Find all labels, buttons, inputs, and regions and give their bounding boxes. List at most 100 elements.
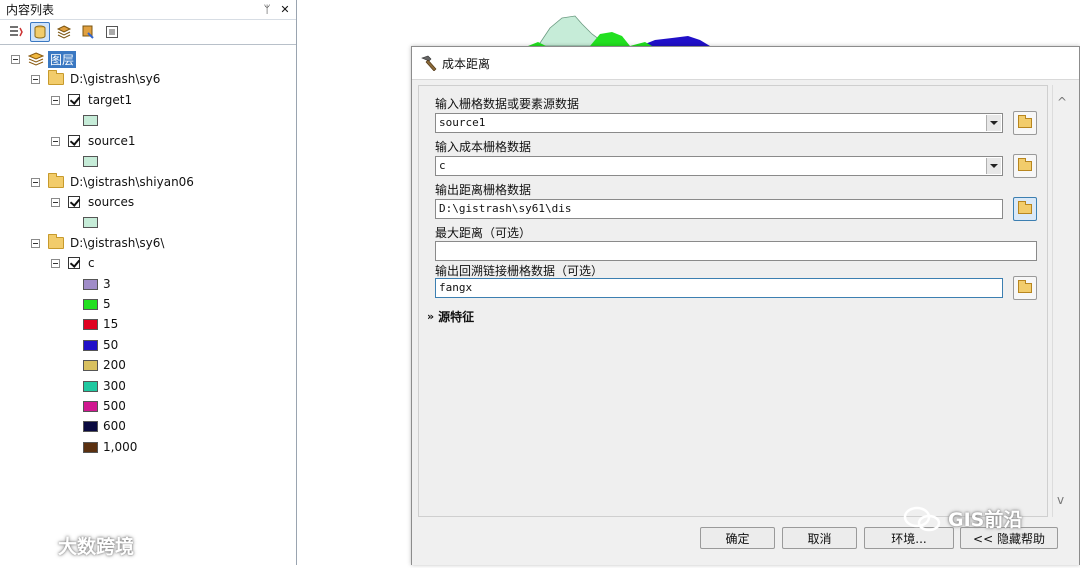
legend-value: 15 <box>103 317 119 331</box>
cost-raster-label: 输入成本栅格数据 <box>435 140 532 154</box>
collapse-icon[interactable] <box>51 95 60 105</box>
tree-root-row[interactable]: 图层 <box>11 50 77 68</box>
legend-value: 500 <box>103 399 126 413</box>
browse-cost-raster-button[interactable] <box>1013 154 1037 178</box>
pin-icon[interactable]: ᛘ <box>260 3 274 16</box>
legend-swatch <box>83 318 98 330</box>
watermark-right: GIS前沿 <box>902 505 1022 532</box>
legend-swatch <box>83 380 98 392</box>
legend-swatch <box>83 400 98 412</box>
collapse-icon[interactable] <box>31 238 40 248</box>
scroll-up-icon[interactable]: ^ <box>1057 95 1067 109</box>
max-distance-input[interactable] <box>435 241 1037 261</box>
wechat-icon <box>903 506 941 531</box>
toc-title: 内容列表 <box>6 3 55 17</box>
tree-folder-row[interactable]: D:\gistrash\shiyan06 <box>31 173 194 191</box>
collapse-icon[interactable] <box>51 258 60 268</box>
folder-open-icon <box>1018 158 1032 171</box>
legend-item: 50 <box>83 336 118 354</box>
layer-row[interactable]: source1 <box>51 132 135 150</box>
list-by-drawing-order-icon[interactable] <box>6 22 26 42</box>
layer-visibility-checkbox[interactable] <box>68 94 80 106</box>
layer-visibility-checkbox[interactable] <box>68 196 80 208</box>
browse-input-source-button[interactable] <box>1013 111 1037 135</box>
legend-item: 1,000 <box>83 438 137 456</box>
chevron-double-down-icon: » <box>427 310 435 323</box>
layer-visibility-checkbox[interactable] <box>68 135 80 147</box>
input-source-label: 输入栅格数据或要素源数据 <box>435 97 580 111</box>
legend-swatch <box>83 339 98 351</box>
layer-name: target1 <box>88 93 133 107</box>
dialog-title: 成本距离 <box>442 56 491 71</box>
root-layers-label[interactable]: 图层 <box>48 50 77 68</box>
cancel-button[interactable]: 取消 <box>782 527 857 549</box>
environment-settings-toggle[interactable]: » 源特征 <box>427 308 474 325</box>
legend-value: 50 <box>103 338 119 352</box>
table-of-contents-panel: 内容列表 ᛘ ✕ 图层 D:\gistrash\sy6 target1 sour… <box>0 0 297 565</box>
tree-folder-row[interactable]: D:\gistrash\sy6 <box>31 70 160 88</box>
input-source-combo[interactable]: source1 <box>435 113 1003 133</box>
dialog-scrollbar[interactable]: ^ v <box>1052 85 1072 517</box>
folder-icon <box>48 234 64 249</box>
watermark-logo-icon <box>10 537 51 555</box>
tree-folder-row[interactable]: D:\gistrash\sy6\ <box>31 234 164 252</box>
backlink-input[interactable]: fangx <box>435 278 1003 298</box>
folder-path: D:\gistrash\sy6\ <box>70 236 165 250</box>
layer-row[interactable]: target1 <box>51 91 132 109</box>
environment-label: 源特征 <box>438 310 475 324</box>
list-by-source-icon[interactable] <box>30 22 50 42</box>
cost-raster-combo[interactable]: c <box>435 156 1003 176</box>
output-distance-value: D:\gistrash\sy61\dis <box>439 202 572 215</box>
watermark-right-text: GIS前沿 <box>948 509 1023 531</box>
layer-name: source1 <box>88 134 136 148</box>
legend-item: 200 <box>83 356 126 374</box>
legend-item: 500 <box>83 397 126 415</box>
scroll-down-icon[interactable]: v <box>1057 493 1064 507</box>
layer-tree: 图层 D:\gistrash\sy6 target1 source1 D:\gi… <box>0 46 296 565</box>
output-distance-input[interactable]: D:\gistrash\sy61\dis <box>435 199 1003 219</box>
folder-icon <box>48 70 64 85</box>
layer-row[interactable]: c <box>51 254 95 272</box>
legend-item: 15 <box>83 315 118 333</box>
folder-path: D:\gistrash\sy6 <box>70 72 161 86</box>
legend-item: 5 <box>83 295 111 313</box>
collapse-icon[interactable] <box>31 177 40 187</box>
output-distance-label: 输出距离栅格数据 <box>435 183 532 197</box>
folder-open-icon <box>1018 115 1032 128</box>
cost-distance-dialog: 成本距离 输入栅格数据或要素源数据 source1 输入成本栅格数据 c 输出距… <box>411 46 1080 565</box>
legend-value: 3 <box>103 277 111 291</box>
layer-name: sources <box>88 195 135 209</box>
layers-icon <box>28 52 44 66</box>
legend-swatch <box>83 216 98 228</box>
dialog-parameters-panel: 输入栅格数据或要素源数据 source1 输入成本栅格数据 c 输出距离栅格数据… <box>418 85 1048 517</box>
input-source-value: source1 <box>439 116 486 129</box>
browse-output-distance-button[interactable] <box>1013 197 1037 221</box>
legend-value: 600 <box>103 419 126 433</box>
chevron-down-icon[interactable] <box>986 115 1001 131</box>
legend-item: 300 <box>83 377 126 395</box>
hammer-icon <box>421 55 437 71</box>
chevron-down-icon[interactable] <box>986 158 1001 174</box>
collapse-icon[interactable] <box>51 136 60 146</box>
close-icon[interactable]: ✕ <box>278 3 292 16</box>
dialog-title-bar[interactable]: 成本距离 <box>412 47 1079 80</box>
layer-symbol-row <box>83 111 103 129</box>
layer-row[interactable]: sources <box>51 193 134 211</box>
legend-swatch <box>83 298 98 310</box>
options-icon[interactable] <box>102 22 122 42</box>
collapse-icon[interactable] <box>31 74 40 84</box>
collapse-icon[interactable] <box>11 54 20 64</box>
folder-path: D:\gistrash\shiyan06 <box>70 175 194 189</box>
ok-button[interactable]: 确定 <box>700 527 775 549</box>
legend-item: 600 <box>83 417 126 435</box>
list-by-visibility-icon[interactable] <box>54 22 74 42</box>
layer-visibility-checkbox[interactable] <box>68 257 80 269</box>
browse-backlink-button[interactable] <box>1013 276 1037 300</box>
layer-symbol-row <box>83 213 103 231</box>
legend-swatch <box>83 441 98 453</box>
legend-value: 300 <box>103 379 126 393</box>
collapse-icon[interactable] <box>51 197 60 207</box>
folder-open-icon <box>1018 280 1032 293</box>
legend-value: 200 <box>103 358 126 372</box>
list-by-selection-icon[interactable] <box>78 22 98 42</box>
